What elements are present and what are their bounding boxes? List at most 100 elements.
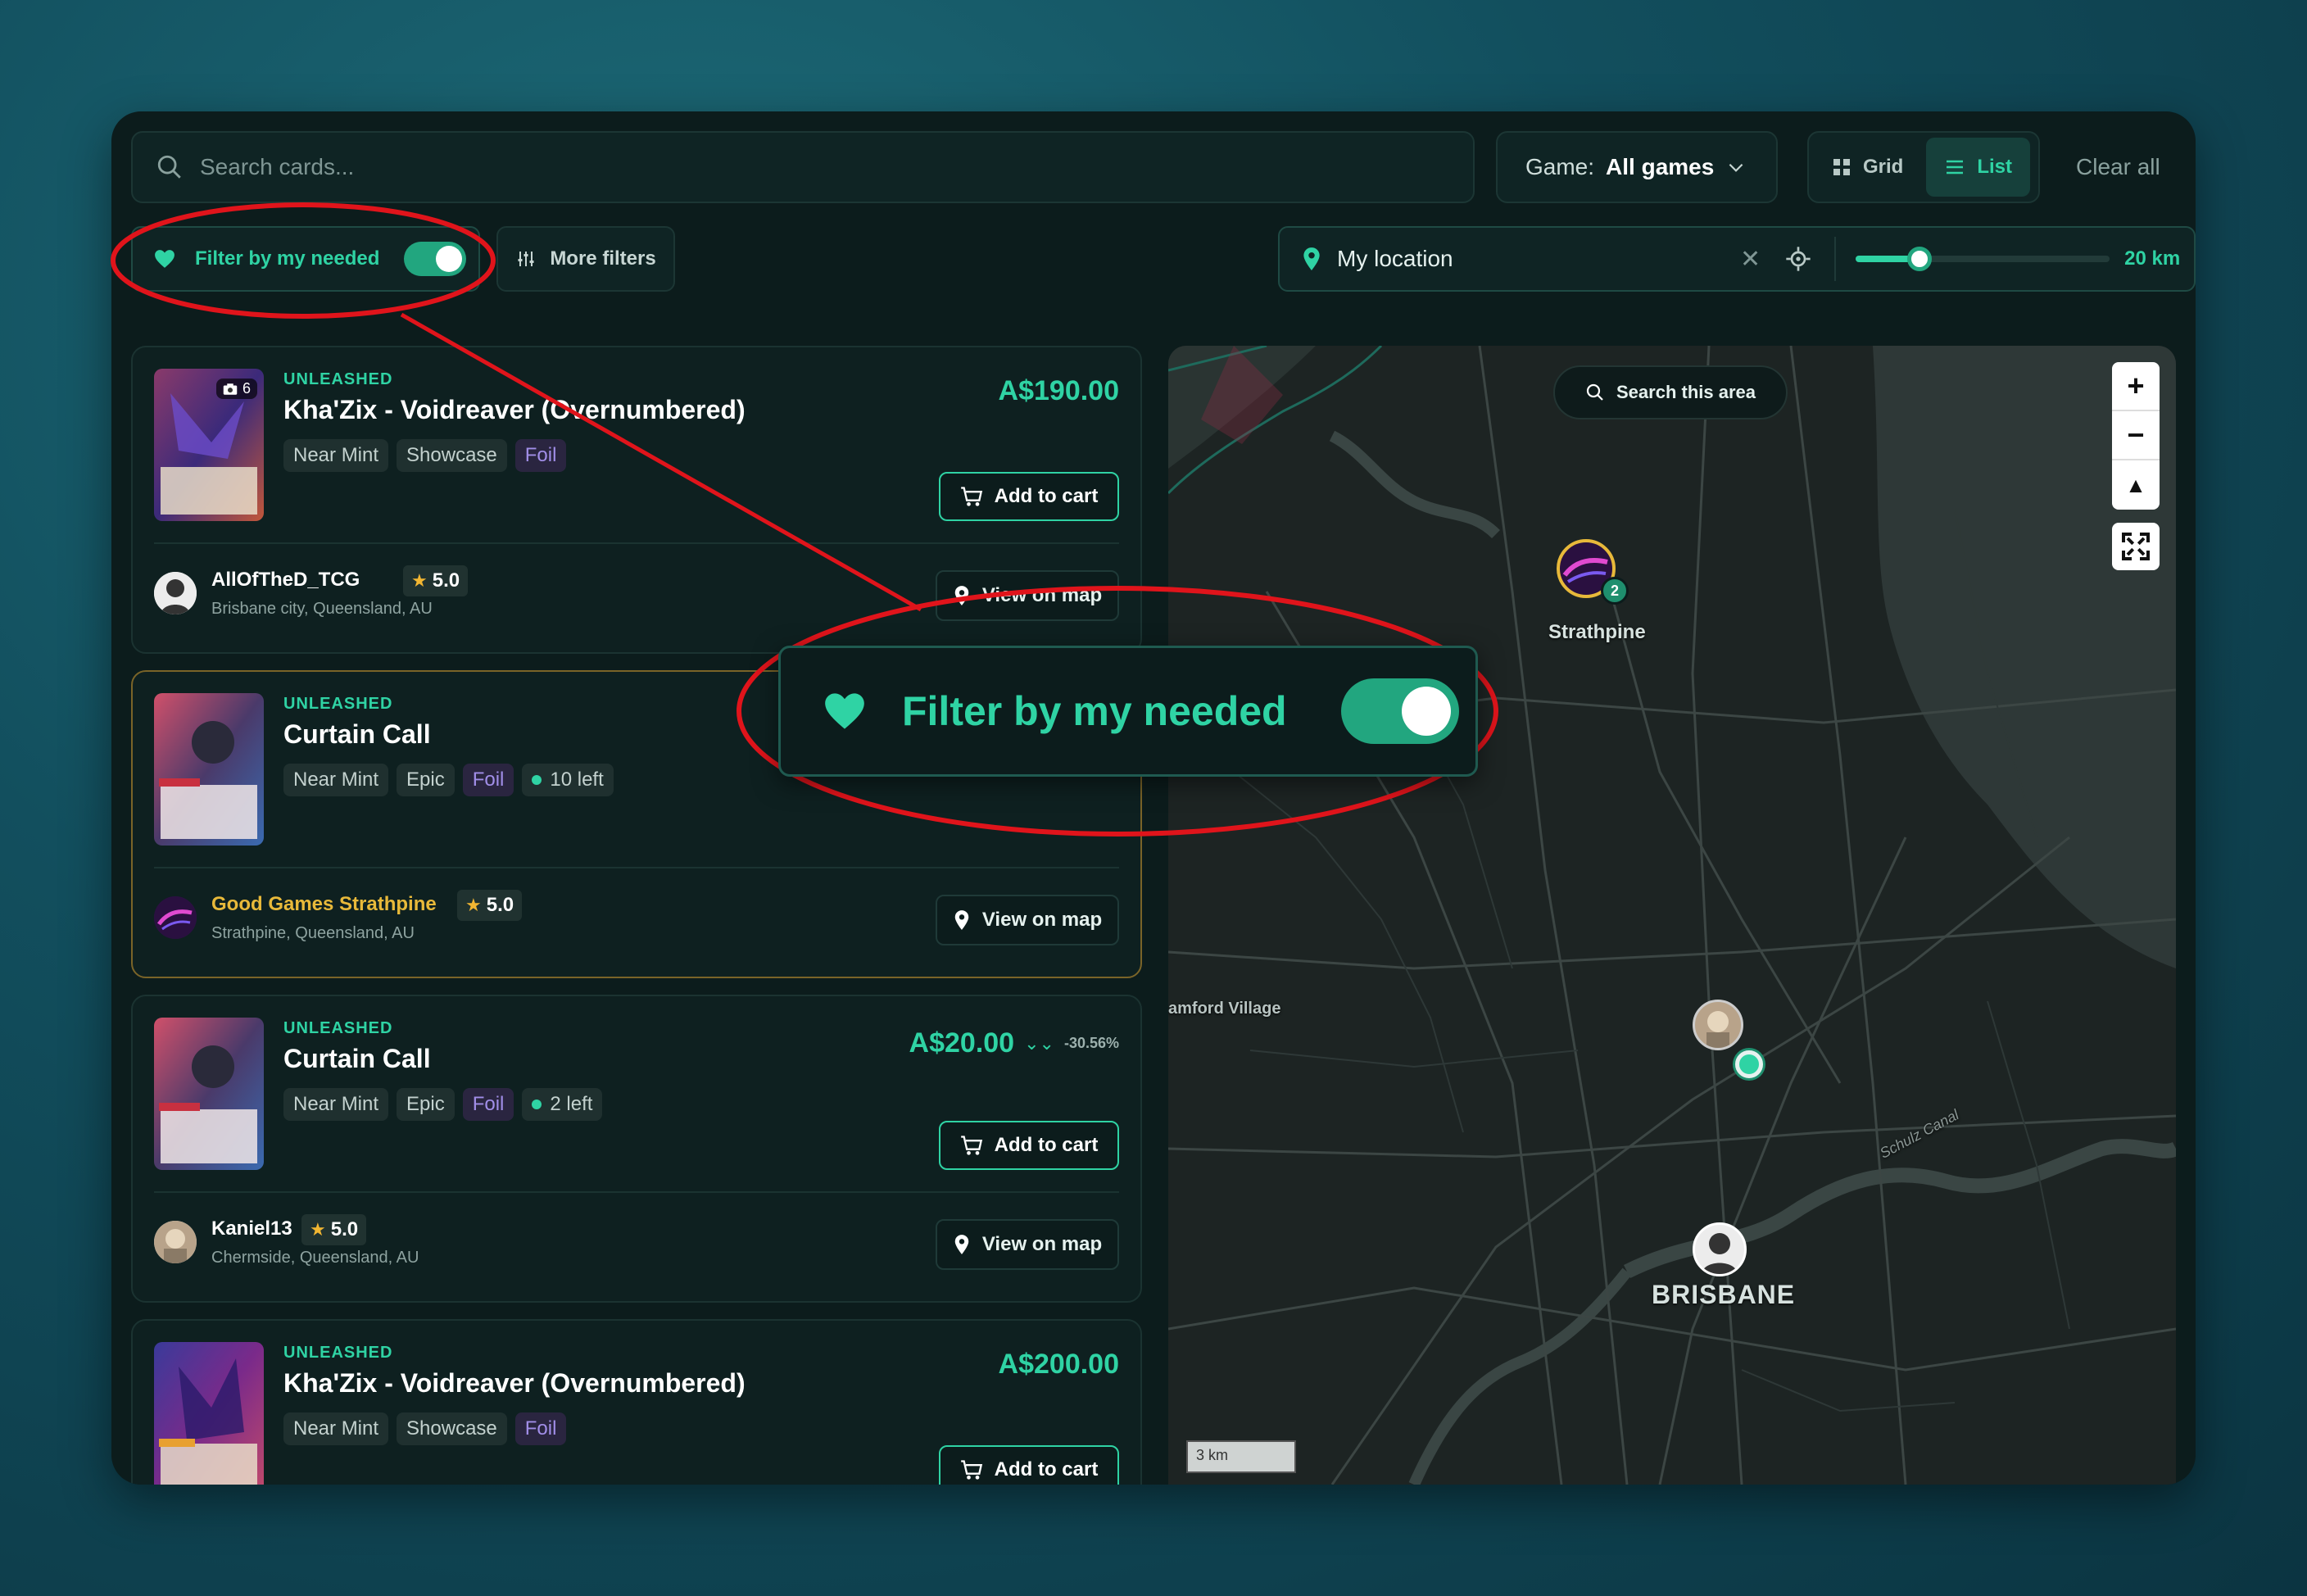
location-value: My location: [1337, 246, 1453, 271]
card-name[interactable]: Kha'Zix - Voidreaver (Overnumbered): [283, 1368, 746, 1399]
radius-slider[interactable]: [1856, 247, 2110, 271]
view-on-map-label: View on map: [981, 909, 1103, 931]
seller-location: Brisbane city, Queensland, AU: [211, 600, 433, 618]
map-label-brisbane: BRISBANE: [1652, 1280, 1796, 1309]
top-toolbar: Search cards... Game: All games Grid Lis…: [131, 131, 2176, 203]
add-to-cart-button[interactable]: Add to cart: [939, 1445, 1119, 1485]
price: A$200.00: [998, 1349, 1119, 1380]
search-this-area-label: Search this area: [1616, 382, 1756, 402]
view-on-map-button[interactable]: View on map: [936, 570, 1119, 621]
seller-name[interactable]: Good Games Strathpine: [211, 893, 437, 916]
map-label-stafford: amford Village: [1168, 1000, 1281, 1018]
in-stock-dot: [532, 775, 542, 785]
card-image[interactable]: 6: [154, 369, 264, 521]
variant-tag: Showcase: [397, 1412, 507, 1445]
stock-tag: 10 left: [522, 764, 614, 796]
photo-count-badge: 6: [215, 379, 257, 399]
seller-name[interactable]: AllOfTheD_TCG: [211, 569, 360, 592]
star-icon: ★: [310, 1219, 326, 1240]
listing-card[interactable]: UNLEASHED Curtain Call Near Mint Epic Fo…: [131, 995, 1142, 1303]
avatar[interactable]: [154, 572, 197, 614]
chevron-down-icon: [1729, 163, 1743, 172]
divider: [154, 1191, 1119, 1193]
search-input[interactable]: Search cards...: [131, 131, 1475, 203]
location-field[interactable]: My location ✕ 20 km: [1278, 226, 2196, 292]
card-tags: Near Mint Showcase Foil: [283, 1412, 567, 1445]
grid-view-label: Grid: [1863, 156, 1904, 178]
heart-icon: [825, 693, 864, 729]
star-icon: ★: [411, 570, 428, 591]
rarity-tag: Epic: [397, 1088, 455, 1121]
filter-needed-toggle[interactable]: Filter by my needed: [131, 226, 480, 292]
in-stock-dot: [532, 1100, 542, 1109]
listing-card[interactable]: UNLEASHED Kha'Zix - Voidreaver (Overnumb…: [131, 1319, 1142, 1485]
zoom-in-button[interactable]: +: [2112, 362, 2160, 411]
map-pin-icon: [954, 1235, 969, 1254]
view-on-map-button[interactable]: View on map: [936, 895, 1119, 945]
view-on-map-label: View on map: [981, 1233, 1103, 1255]
seller-map-pin[interactable]: [1693, 1000, 1743, 1050]
foil-tag: Foil: [514, 1412, 567, 1445]
condition-tag: Near Mint: [283, 439, 389, 472]
zoom-out-button[interactable]: −: [2112, 411, 2160, 460]
rating-value: 5.0: [432, 569, 460, 592]
sliders-icon: [518, 252, 534, 266]
radius-slider-knob[interactable]: [1906, 247, 1932, 271]
view-toggle: Grid List: [1807, 131, 2040, 203]
clear-all-button[interactable]: Clear all: [2076, 131, 2160, 203]
add-to-cart-button[interactable]: Add to cart: [939, 1121, 1119, 1170]
card-image[interactable]: [154, 693, 264, 846]
star-icon: ★: [465, 895, 482, 915]
stock-tag: 2 left: [522, 1088, 603, 1121]
search-this-area-button[interactable]: Search this area: [1553, 365, 1788, 419]
seller-map-pin[interactable]: [1693, 1222, 1747, 1276]
card-set: UNLEASHED: [283, 1019, 393, 1037]
card-image[interactable]: [154, 1342, 264, 1485]
card-name[interactable]: Kha'Zix - Voidreaver (Overnumbered): [283, 395, 746, 425]
search-icon: [1586, 383, 1603, 401]
grid-icon: [1833, 159, 1850, 175]
grid-view-button[interactable]: Grid: [1814, 138, 1921, 197]
heart-icon: [155, 250, 174, 268]
fullscreen-button[interactable]: [2112, 523, 2160, 570]
card-set: UNLEASHED: [283, 370, 393, 388]
view-on-map-button[interactable]: View on map: [936, 1219, 1119, 1270]
map-label-strathpine: Strathpine: [1548, 621, 1646, 643]
cluster-count-badge: 2: [1601, 577, 1629, 605]
seller-name[interactable]: Kaniel13: [211, 1217, 292, 1240]
toggle-switch: [1340, 678, 1459, 744]
card-name[interactable]: Curtain Call: [283, 1044, 431, 1074]
list-view-button[interactable]: List: [1926, 138, 2031, 197]
seller-rating: ★ 5.0: [403, 565, 469, 596]
photo-count: 6: [242, 380, 251, 397]
game-select[interactable]: Game: All games: [1496, 131, 1778, 203]
variant-tag: Showcase: [397, 439, 507, 472]
rating-value: 5.0: [330, 1218, 359, 1240]
list-icon: [1947, 160, 1964, 175]
rarity-tag: Epic: [397, 764, 455, 796]
compass-button[interactable]: ▲: [2112, 460, 2160, 510]
card-tags: Near Mint Showcase Foil: [283, 439, 567, 472]
card-image[interactable]: [154, 1018, 264, 1170]
price-group: A$20.00 ⌄⌄ -30.56%: [909, 1027, 1119, 1059]
compass-icon: ▲: [2125, 472, 2146, 497]
price-drop-icon: ⌄⌄: [1024, 1032, 1054, 1054]
locate-me-icon[interactable]: [1785, 246, 1811, 272]
listing-card[interactable]: 6 UNLEASHED Kha'Zix - Voidreaver (Overnu…: [131, 346, 1142, 654]
rating-value: 5.0: [486, 894, 514, 916]
map-pin-icon: [954, 586, 969, 605]
avatar[interactable]: [154, 1221, 197, 1263]
price: A$190.00: [998, 375, 1119, 406]
foil-tag: Foil: [462, 1088, 514, 1121]
add-to-cart-button[interactable]: Add to cart: [939, 472, 1119, 521]
card-name[interactable]: Curtain Call: [283, 719, 431, 750]
clear-location-icon[interactable]: ✕: [1740, 245, 1761, 274]
fullscreen-icon: [2122, 533, 2150, 560]
avatar[interactable]: [154, 896, 197, 939]
more-filters-button[interactable]: More filters: [496, 226, 675, 292]
toggle-switch[interactable]: [404, 242, 467, 276]
game-select-value: All games: [1606, 154, 1715, 179]
map-canvas: [1168, 346, 2176, 1485]
view-on-map-label: View on map: [981, 584, 1103, 606]
results-map[interactable]: Search this area + − ▲ 2 Strathpine amfo…: [1168, 346, 2176, 1485]
